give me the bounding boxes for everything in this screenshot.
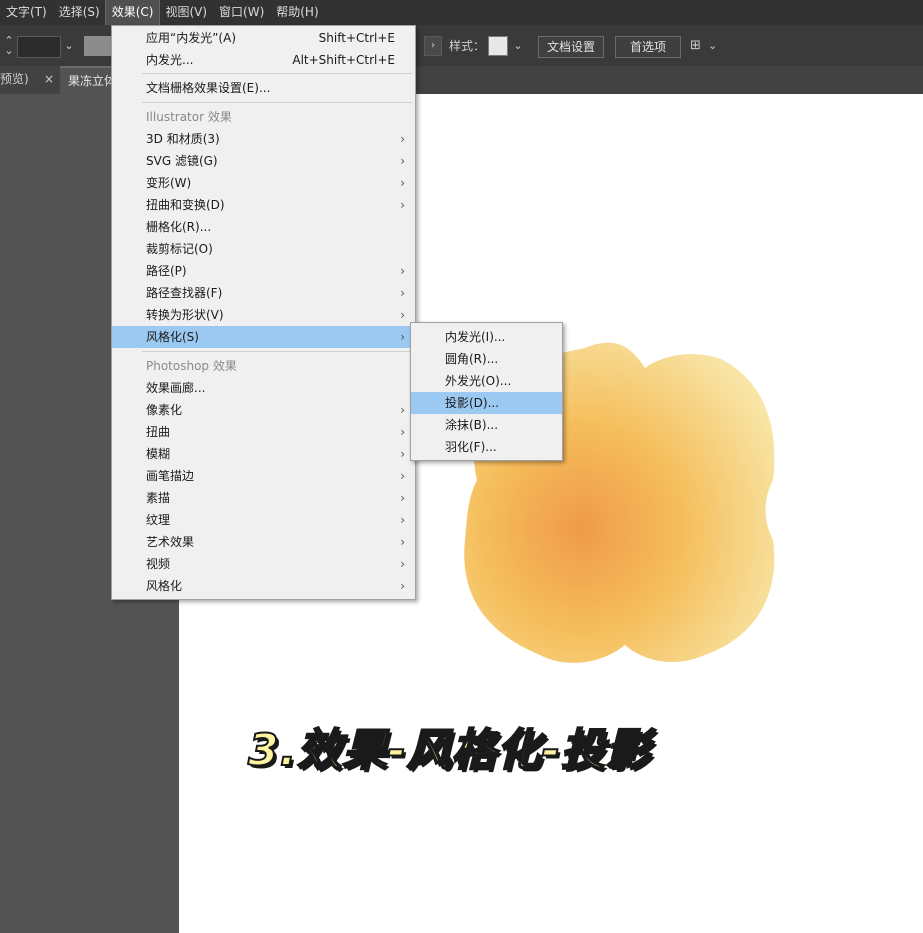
menu-separator [142,102,412,103]
menu-item-brush-strokes[interactable]: 画笔描边 › [112,465,415,487]
chevron-right-icon: › [400,469,405,483]
menu-item-video[interactable]: 视频 › [112,553,415,575]
chevron-right-icon: › [400,154,405,168]
variable-width-swatch[interactable] [84,36,114,56]
menu-select[interactable]: 选择(S) [53,0,106,25]
chevron-right-icon: › [400,557,405,571]
menu-section-photoshop-effects: Photoshop 效果 [146,359,237,373]
style-chevron-down-icon[interactable]: ⌄ [511,36,525,56]
menu-text[interactable]: 文字(T) [0,0,53,25]
effect-menu: 应用“内发光”(A) Shift+Ctrl+E 内发光... Alt+Shift… [111,25,416,600]
submenu-item-drop-shadow[interactable]: 投影(D)... [411,392,562,414]
menu-bar: 文字(T) 选择(S) 效果(C) 视图(V) 窗口(W) 帮助(H) [0,0,923,26]
menu-item-inner-glow[interactable]: 内发光... Alt+Shift+Ctrl+E [112,49,415,71]
submenu-item-scribble[interactable]: 涂抹(B)... [411,414,562,436]
menu-item-artistic[interactable]: 艺术效果 › [112,531,415,553]
submenu-item-outer-glow[interactable]: 外发光(O)... [411,370,562,392]
chevron-right-icon: › [400,535,405,549]
menu-item-stylize[interactable]: 风格化(S) › [112,326,415,348]
stroke-stepper[interactable]: ⌃ ⌄ [3,35,15,56]
tab-close-icon[interactable]: × [44,66,56,92]
menu-item-warp[interactable]: 变形(W) › [112,172,415,194]
menu-item-path[interactable]: 路径(P) › [112,260,415,282]
submenu-item-feather[interactable]: 羽化(F)... [411,436,562,458]
chevron-right-icon: › [400,330,405,344]
tutorial-caption: 3.效果-风格化-投影 [247,724,651,777]
menu-window[interactable]: 窗口(W) [213,0,270,25]
menu-item-distort-transform[interactable]: 扭曲和变换(D) › [112,194,415,216]
style-label: 样式： [449,39,486,53]
chevron-right-icon: › [400,176,405,190]
stylize-submenu: 内发光(I)... 圆角(R)... 外发光(O)... 投影(D)... 涂抹… [410,322,563,461]
menu-item-stylize-photoshop[interactable]: 风格化 › [112,575,415,597]
arrange-chevron-down-icon[interactable]: ⌄ [708,36,722,56]
menu-section-illustrator-effects: Illustrator 效果 [146,110,232,124]
style-swatch[interactable] [488,36,508,56]
menu-separator [142,351,412,352]
menu-help[interactable]: 帮助(H) [270,0,324,25]
preferences-button[interactable]: 首选项 [615,36,681,58]
menu-item-effect-gallery[interactable]: 效果画廊... [112,377,415,399]
menu-effect[interactable]: 效果(C) [104,0,161,26]
menu-item-pathfinder[interactable]: 路径查找器(F) › [112,282,415,304]
chevron-right-icon: › [400,425,405,439]
tab-preview[interactable]: 预览) [0,66,40,92]
shortcut-label: Shift+Ctrl+E [318,31,395,45]
menu-item-texture[interactable]: 纹理 › [112,509,415,531]
shortcut-label: Alt+Shift+Ctrl+E [292,53,395,67]
arrange-documents-icon[interactable]: ⊞ [690,36,704,56]
menu-item-crop-marks[interactable]: 裁剪标记(O) [112,238,415,260]
chevron-right-icon: › [400,447,405,461]
menu-item-svg-filters[interactable]: SVG 滤镜(G) › [112,150,415,172]
menu-item-pixelate[interactable]: 像素化 › [112,399,415,421]
chevron-right-icon: › [400,403,405,417]
chevron-right-icon[interactable]: › [424,36,442,56]
submenu-item-inner-glow[interactable]: 内发光(I)... [411,326,562,348]
menu-item-apply-inner-glow[interactable]: 应用“内发光”(A) Shift+Ctrl+E [112,27,415,49]
menu-item-3d-materials[interactable]: 3D 和材质(3) › [112,128,415,150]
menu-item-blur[interactable]: 模糊 › [112,443,415,465]
submenu-item-round-corners[interactable]: 圆角(R)... [411,348,562,370]
chevron-right-icon: › [400,308,405,322]
chevron-right-icon: › [400,286,405,300]
menu-item-doc-raster-settings[interactable]: 文档栅格效果设置(E)... [112,77,415,99]
chevron-right-icon: › [400,579,405,593]
menu-item-rasterize[interactable]: 栅格化(R)... [112,216,415,238]
chevron-right-icon: › [400,198,405,212]
menu-separator [142,73,412,74]
stroke-dropdown-chevron-icon[interactable]: ⌄ [62,36,76,56]
chevron-right-icon: › [400,264,405,278]
illustrator-window: 文字(T) 选择(S) 效果(C) 视图(V) 窗口(W) 帮助(H) ⌃ ⌄ ⌄… [0,0,923,933]
menu-item-convert-to-shape[interactable]: 转换为形状(V) › [112,304,415,326]
chevron-right-icon: › [400,491,405,505]
document-setup-button[interactable]: 文档设置 [538,36,605,58]
menu-view[interactable]: 视图(V) [159,0,213,25]
chevron-right-icon: › [400,132,405,146]
menu-item-distort[interactable]: 扭曲 › [112,421,415,443]
chevron-right-icon: › [400,513,405,527]
menu-item-sketch[interactable]: 素描 › [112,487,415,509]
stroke-weight-field[interactable] [17,36,61,58]
